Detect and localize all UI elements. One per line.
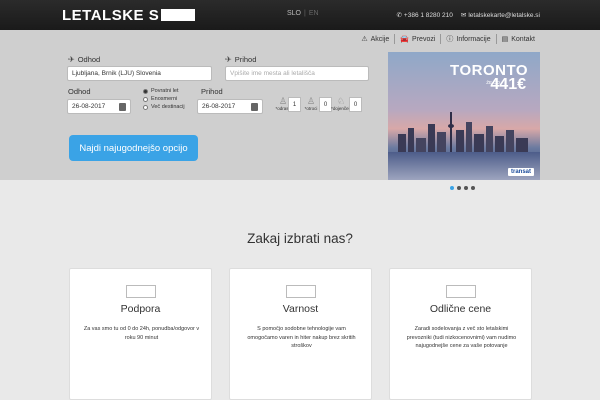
- image-placeholder-icon: [446, 285, 476, 298]
- depart-date-input[interactable]: 26-08-2017: [67, 99, 131, 114]
- plane-landing-icon: ✈: [225, 55, 232, 64]
- top-bar: LETALSKE S SLO | EN ✆ +386 1 8280 210 ✉ …: [0, 0, 600, 30]
- language-switcher: SLO | EN: [287, 10, 319, 17]
- calendar-icon: [119, 103, 126, 111]
- child-icon: ♙: [306, 96, 316, 106]
- to-input[interactable]: Vpišite ime mesta ali letališča: [225, 66, 369, 81]
- radio-icon: [143, 104, 148, 110]
- infants-label: *dojenček: [331, 106, 351, 111]
- logo-box: [161, 9, 196, 21]
- depart-label: Odhod: [68, 87, 91, 96]
- calendar-icon: [251, 103, 258, 111]
- card-text: Za vas smo tu od 0 do 24h, ponudba/odgov…: [83, 326, 200, 341]
- info-icon: ⓘ: [446, 36, 454, 43]
- return-date-input[interactable]: 26-08-2017: [197, 99, 263, 114]
- nav-akcije[interactable]: ⚠ Akcije: [356, 34, 394, 44]
- carousel-dot[interactable]: [457, 186, 461, 190]
- logo[interactable]: LETALSKE S: [62, 6, 196, 24]
- transat-logo: transat: [507, 168, 534, 176]
- trip-option-oneway-label: Enosmerni: [151, 96, 178, 102]
- image-placeholder-icon: [286, 285, 316, 298]
- card-text: Zaradi sodelovanja z več sto letalskimi …: [406, 326, 517, 349]
- nav-prevozi-label: Prevozi: [412, 35, 436, 43]
- carousel-dots: [450, 186, 475, 190]
- to-label-text: Prihod: [234, 55, 257, 64]
- carousel-dot[interactable]: [450, 186, 454, 190]
- city-skyline-icon: [398, 112, 528, 152]
- image-placeholder-icon: [126, 285, 156, 298]
- trip-option-return[interactable]: Povratni let: [143, 87, 185, 95]
- mail-icon: ✉: [460, 12, 467, 19]
- plane-takeoff-icon: ✈: [68, 55, 75, 64]
- feature-card: Varnost S pomočjo sodobne tehnologije va…: [229, 268, 372, 400]
- return-label-text: Prihod: [201, 87, 223, 96]
- radio-checked-icon: [143, 88, 148, 94]
- contact-info: ✆ +386 1 8280 210 ✉ letalskekarte@letals…: [396, 11, 540, 20]
- phone-icon: ✆: [396, 12, 402, 19]
- card-title: Podpora: [120, 303, 161, 315]
- infant-icon: ♘: [336, 96, 346, 106]
- sub-navigation: ⚠ Akcije 🚘 Prevozi ⓘ Informacije ▤ Konta…: [356, 34, 540, 44]
- adults-count[interactable]: 1: [288, 97, 301, 112]
- children-group: ♙ *otroci: [301, 96, 321, 111]
- card-title: Odlične cene: [429, 303, 492, 315]
- why-title: Zakaj izbrati nas?: [247, 231, 353, 246]
- nav-prevozi[interactable]: 🚘 Prevozi: [394, 34, 440, 44]
- nav-informacije[interactable]: ⓘ Informacije: [440, 34, 495, 44]
- email-address: letalskekarte@letalske.si: [468, 11, 540, 19]
- trip-type-group: Povratni let Enosmerni Več destinacij: [143, 87, 185, 111]
- nav-informacije-label: Informacije: [456, 35, 491, 43]
- from-label-text: Odhod: [77, 55, 101, 64]
- carousel-dot[interactable]: [471, 186, 475, 190]
- banner-price: 441€: [490, 76, 526, 93]
- feature-card: Odlične cene Zaradi sodelovanja z več st…: [389, 268, 532, 400]
- phone-number: +386 1 8280 210: [403, 11, 453, 19]
- from-input[interactable]: Ljubljana, Brnik (LJU) Slovenia: [67, 66, 212, 81]
- logo-text: LETALSKE S: [62, 6, 160, 24]
- lang-slo[interactable]: SLO: [287, 10, 301, 17]
- email-item[interactable]: ✉ letalskekarte@letalske.si: [460, 11, 540, 20]
- depart-date-value: 26-08-2017: [72, 103, 106, 110]
- infants-count[interactable]: 0: [349, 97, 362, 112]
- feature-card: Podpora Za vas smo tu od 0 do 24h, ponud…: [69, 268, 212, 400]
- card-text: S pomočjo sodobne tehnologije vam omogoč…: [247, 326, 356, 349]
- infants-group: ♘ *dojenček: [331, 96, 351, 111]
- car-icon: 🚘: [400, 36, 410, 43]
- lang-separator: |: [304, 10, 306, 17]
- contact-card-icon: ▤: [501, 36, 509, 43]
- warning-icon: ⚠: [361, 36, 368, 43]
- depart-label-text: Odhod: [68, 87, 91, 96]
- from-label: ✈ Odhod: [68, 55, 100, 64]
- children-label: *otroci: [304, 106, 318, 111]
- trip-option-multi[interactable]: Več destinacij: [143, 103, 185, 111]
- nav-kontakt[interactable]: ▤ Kontakt: [495, 34, 540, 44]
- card-title: Varnost: [282, 303, 319, 315]
- phone-item[interactable]: ✆ +386 1 8280 210: [396, 11, 453, 20]
- nav-akcije-label: Akcije: [370, 35, 390, 43]
- return-date-value: 26-08-2017: [202, 103, 236, 110]
- lang-en[interactable]: EN: [309, 10, 319, 17]
- return-label: Prihod: [201, 87, 223, 96]
- promo-banner[interactable]: TORONTO ŽE OD 441€ transat: [388, 52, 540, 180]
- search-button[interactable]: Najdi najugodnejšo opcijo: [69, 135, 198, 161]
- to-label: ✈ Prihod: [225, 55, 256, 64]
- trip-option-multi-label: Več destinacij: [151, 104, 185, 110]
- carousel-dot[interactable]: [464, 186, 468, 190]
- nav-kontakt-label: Kontakt: [511, 35, 535, 43]
- trip-option-return-label: Povratni let: [151, 88, 179, 94]
- trip-option-oneway[interactable]: Enosmerni: [143, 95, 185, 103]
- radio-icon: [143, 96, 148, 102]
